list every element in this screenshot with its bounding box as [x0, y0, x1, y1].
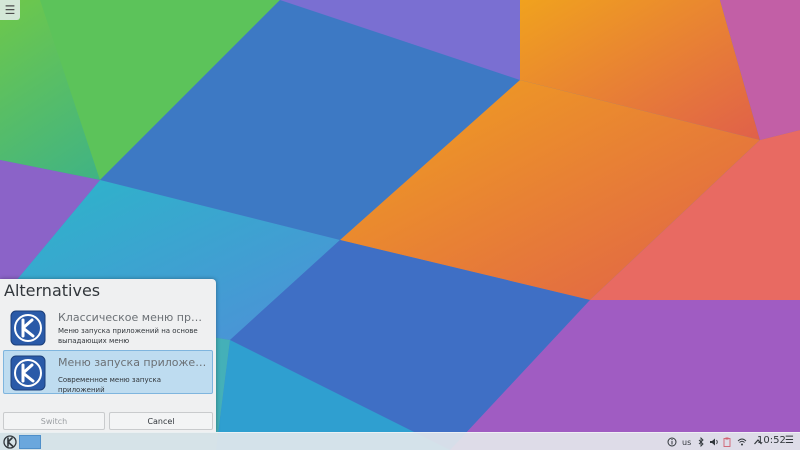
digital-clock[interactable]: 10:52 [757, 435, 786, 446]
virtual-desktop-pager[interactable] [19, 435, 41, 449]
bottom-panel: us 10:52 ☰ [0, 432, 800, 450]
alternative-item-classic-menu[interactable]: Классическое меню прилож... Меню запуска… [3, 305, 213, 349]
kde-logo-icon [10, 310, 46, 346]
alternatives-dialog: Alternatives Классическое меню прилож...… [0, 279, 216, 432]
kde-logo-icon [10, 355, 46, 391]
system-tray: us [667, 433, 763, 450]
switch-button[interactable]: Switch [3, 412, 105, 430]
volume-icon[interactable] [709, 437, 719, 447]
desktop-toolbox-button[interactable]: ☰ [0, 0, 20, 20]
hamburger-icon[interactable]: ☰ [785, 435, 794, 446]
bluetooth-icon[interactable] [698, 437, 704, 447]
alternative-name: Меню запуска приложений [58, 356, 208, 369]
alternative-description: Современное меню запуска приложений [58, 376, 161, 394]
info-icon[interactable] [667, 437, 677, 447]
network-icon[interactable] [737, 437, 747, 447]
dialog-title: Alternatives [4, 281, 101, 300]
clipboard-icon[interactable] [723, 437, 731, 447]
hamburger-icon: ☰ [4, 3, 16, 17]
keyboard-layout-indicator[interactable]: us [682, 438, 691, 447]
alternative-description: Меню запуска приложений на основе выпада… [58, 327, 198, 345]
kde-launcher-icon[interactable] [2, 434, 18, 450]
alternative-name: Классическое меню прилож... [58, 311, 208, 324]
cancel-button[interactable]: Cancel [109, 412, 213, 430]
alternative-item-app-launcher[interactable]: Меню запуска приложений Современное меню… [3, 350, 213, 394]
